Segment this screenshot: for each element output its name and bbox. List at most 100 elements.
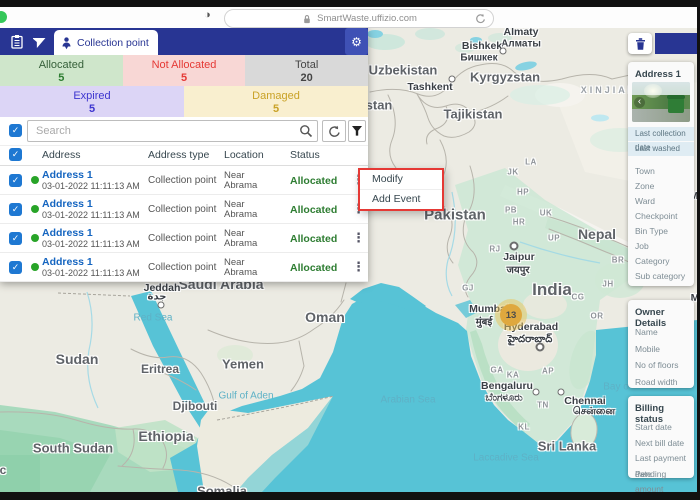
field-row: Road width: [628, 374, 694, 391]
panel-header: Collection point ⚙: [0, 28, 368, 55]
field-row: Zone: [628, 179, 694, 194]
stats-row-2: Expired5Damaged5: [0, 86, 368, 117]
city-dot-marker: [500, 48, 507, 55]
table-body: ✓Address 103-01-2022 11:11:13 AMCollecti…: [0, 166, 368, 282]
browser-chrome: ◑ SmartWaste.uffizio.com: [0, 7, 700, 28]
address-type: Collection point: [148, 175, 216, 186]
column-header-address-type: Address type: [148, 149, 209, 161]
photo-sunlight: [644, 84, 662, 98]
delete-button[interactable]: [628, 33, 652, 54]
stat-not-allocated[interactable]: Not Allocated5: [123, 55, 246, 86]
address-card-title: Address 1: [628, 62, 694, 80]
city-dot-marker: [558, 389, 565, 396]
photo-dumpster: [668, 98, 684, 113]
map-label: KA: [507, 371, 520, 380]
field-row: Mobile: [628, 341, 694, 358]
map-label: சென்னை: [573, 406, 615, 418]
row-menu-icon[interactable]: ⋮: [352, 230, 365, 246]
map-label: UP: [548, 234, 560, 243]
clipboard-icon[interactable]: [10, 34, 24, 49]
status-value: Allocated: [290, 204, 337, 216]
table-header: ✓ AddressAddress typeLocationStatus: [0, 146, 368, 166]
row-status-dot: [31, 205, 39, 213]
row-checkbox[interactable]: ✓: [9, 174, 22, 187]
stat-label: Total: [245, 59, 368, 71]
status-value: Allocated: [290, 233, 337, 245]
map-label: Tajikistan: [443, 107, 502, 122]
reload-icon[interactable]: [475, 13, 486, 24]
stat-allocated[interactable]: Allocated5: [0, 55, 123, 86]
cluster-marker[interactable]: 13: [495, 299, 527, 331]
tab-collection-point[interactable]: Collection point: [54, 30, 158, 55]
lock-icon: [301, 13, 313, 25]
map-label: Uzbekistan: [369, 63, 438, 78]
field-row: Pending amount: [628, 467, 694, 483]
stat-value: 5: [123, 72, 246, 84]
field-row: Town: [628, 164, 694, 179]
navigation-icon[interactable]: [33, 34, 47, 48]
address-details-card: Address 1 ‹ Last collection dateLast was…: [628, 62, 694, 286]
stat-value: 5: [0, 103, 184, 115]
map-label: HP: [517, 188, 529, 197]
stat-expired[interactable]: Expired5: [0, 86, 184, 117]
stat-label: Allocated: [0, 59, 123, 71]
stats-row-1: Allocated5Not Allocated5Total20: [0, 55, 368, 86]
stat-damaged[interactable]: Damaged5: [184, 86, 368, 117]
address-link[interactable]: Address 1: [42, 227, 93, 239]
stat-label: Damaged: [184, 90, 368, 102]
carousel-prev-icon[interactable]: ‹: [634, 97, 645, 108]
city-ring-marker: [536, 343, 545, 352]
bin-photo[interactable]: ‹: [632, 82, 690, 122]
trash-icon: [634, 37, 647, 51]
search-input[interactable]: [27, 120, 318, 142]
traffic-light-icon: [0, 11, 7, 23]
context-menu: ModifyAdd Event: [358, 168, 444, 211]
map-label: Bishkek: [462, 40, 502, 52]
row-menu-icon[interactable]: ⋮: [352, 259, 365, 275]
address-link[interactable]: Address 1: [42, 169, 93, 181]
location-line2: Abrama: [224, 238, 257, 249]
table-row: ✓ Address 103-01-2022 11:11:13 AM Collecti…: [0, 224, 368, 253]
address-timestamp: 03-01-2022 11:11:13 AM: [42, 239, 140, 249]
address-link[interactable]: Address 1: [42, 256, 93, 268]
header-checkbox[interactable]: ✓: [9, 148, 22, 161]
row-status-dot: [31, 263, 39, 271]
map-label: Sudan: [56, 351, 99, 367]
filter-icon: [351, 125, 363, 137]
column-header-location: Location: [224, 149, 264, 161]
url-bar[interactable]: SmartWaste.uffizio.com: [224, 9, 494, 28]
column-header-address: Address: [42, 149, 81, 161]
stat-value: 5: [184, 103, 368, 115]
sidebar-header-bar: [655, 33, 697, 54]
stat-total[interactable]: Total20: [245, 55, 368, 86]
field-row: Next bill date: [628, 436, 694, 452]
address-type: Collection point: [148, 233, 216, 244]
field-row: Start date: [628, 420, 694, 436]
map-label: جدة: [148, 292, 167, 303]
address-link[interactable]: Address 1: [42, 198, 93, 210]
context-menu-item-add-event[interactable]: Add Event: [360, 190, 442, 209]
search-icon[interactable]: [299, 124, 313, 138]
highlight-row: Last collection date: [628, 127, 694, 141]
row-status-dot: [31, 234, 39, 242]
settings-button[interactable]: ⚙: [345, 28, 368, 55]
map-label: GA: [491, 366, 504, 375]
row-checkbox[interactable]: ✓: [9, 203, 22, 216]
map-label: Бишкек: [460, 53, 497, 64]
field-row: Last payment date: [628, 451, 694, 467]
owner-details-card: Owner Details NameMobileNo of floorsRoad…: [628, 300, 694, 388]
contrast-icon: ◑: [204, 9, 211, 21]
row-status-dot: [31, 176, 39, 184]
row-checkbox[interactable]: ✓: [9, 232, 22, 245]
map-label: c: [0, 463, 6, 477]
filter-button[interactable]: [348, 120, 366, 142]
row-checkbox[interactable]: ✓: [9, 261, 22, 274]
map-label: Ethiopia: [138, 428, 193, 444]
select-all-checkbox[interactable]: ✓: [9, 124, 22, 137]
map-label: JK: [507, 168, 518, 177]
refresh-button[interactable]: [322, 120, 346, 142]
stat-label: Not Allocated: [123, 59, 246, 71]
collection-panel: Collection point ⚙ Allocated5Not Allocat…: [0, 28, 368, 282]
context-menu-item-modify[interactable]: Modify: [360, 170, 442, 190]
map-label: Sri Lanka: [538, 439, 597, 454]
